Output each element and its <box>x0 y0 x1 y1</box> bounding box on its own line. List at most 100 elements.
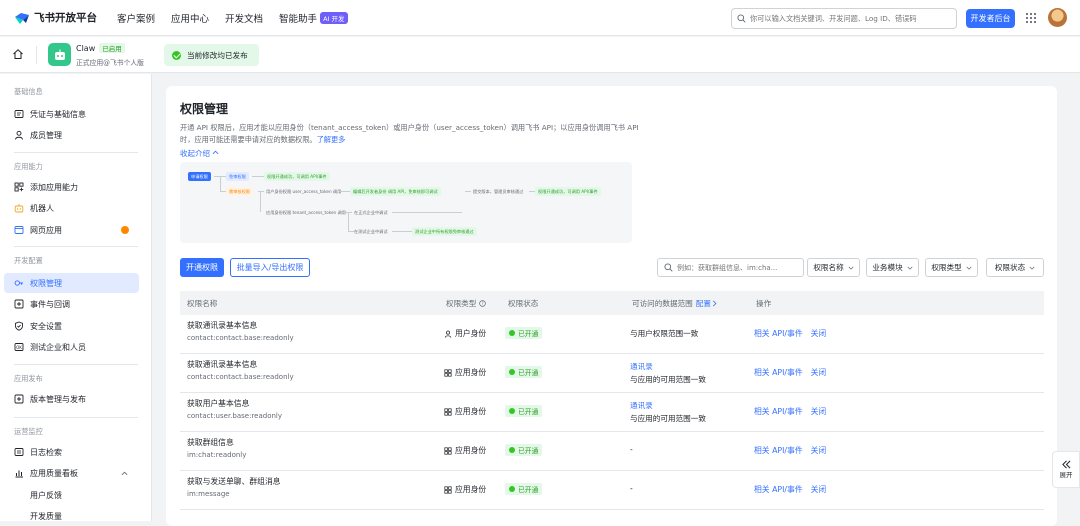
nav-ai-assistant[interactable]: 智能助手 AI 开发 <box>279 11 348 25</box>
nav-customer-cases[interactable]: 客户案例 <box>117 11 155 25</box>
status-text: 已开通 <box>518 330 539 338</box>
close-permission-link[interactable]: 关闭 <box>811 368 827 377</box>
status-dot-icon <box>509 486 515 492</box>
status-badge: 已开通 <box>505 444 543 456</box>
permission-search[interactable] <box>657 258 804 277</box>
filter-permission-status[interactable]: 权限状态 <box>986 258 1044 277</box>
expand-panel-button[interactable]: 展开 <box>1052 451 1080 488</box>
permission-type-label: 应用身份 <box>455 368 487 377</box>
sidebar-item-dev-quality[interactable]: 开发质量 <box>4 506 139 526</box>
robot-icon <box>14 204 24 213</box>
row-actions: 相关 API/事件 关闭 <box>754 406 834 417</box>
related-api-link[interactable]: 相关 API/事件 <box>754 407 803 416</box>
permission-flow-diagram: 申请权限 免审权限 权限开通成功，可调用 API/事件 需审核权限 用户身份权限… <box>180 162 632 243</box>
sidebar-item-events[interactable]: 事件与回调 <box>4 294 139 314</box>
sidebar-section-title: 应用发布 <box>14 374 43 383</box>
sidebar-item-label: 版本管理与发布 <box>30 394 86 404</box>
sidebar-item-logs[interactable]: 日志检索 <box>4 442 139 462</box>
range-contacts-link[interactable]: 通讯录 <box>630 400 653 411</box>
sidebar-item-bot[interactable]: 机器人 <box>4 198 139 218</box>
config-range-link[interactable]: 配置 <box>696 298 711 309</box>
close-permission-link[interactable]: 关闭 <box>811 446 827 455</box>
collapse-intro-toggle[interactable]: 收起介绍 <box>180 148 219 159</box>
related-api-link[interactable]: 相关 API/事件 <box>754 485 803 494</box>
related-api-link[interactable]: 相关 API/事件 <box>754 329 803 338</box>
app-icon <box>444 368 452 377</box>
apps-grid-icon[interactable] <box>1025 12 1037 24</box>
add-capability-icon <box>14 182 24 192</box>
flow-tenant-token: 应用身份权限 tenant_access_token 调用 <box>266 210 346 215</box>
col-permission-name: 权限名称 <box>187 299 218 308</box>
home-icon[interactable] <box>12 48 24 60</box>
status-text: 已开通 <box>518 408 539 416</box>
web-app-icon <box>14 226 24 234</box>
user-avatar[interactable] <box>1048 8 1067 27</box>
sidebar: 基础信息 凭证与基础信息 成员管理 应用能力 添加应用能力 机器人 网页应用 开… <box>0 74 152 521</box>
table-row: 获取通讯录基本信息 contact:contact.base:readonly … <box>180 315 1044 354</box>
sidebar-item-versions[interactable]: 版本管理与发布 <box>4 389 139 409</box>
flow-node-free: 免审权限 <box>226 172 249 181</box>
chevron-down-icon <box>907 266 913 270</box>
key-icon <box>14 280 23 286</box>
related-api-link[interactable]: 相关 API/事件 <box>754 368 803 377</box>
range-contacts-link[interactable]: 通讯录 <box>630 361 653 372</box>
test-icon: OK <box>14 343 24 351</box>
col-permission-type-label: 权限类型 <box>446 299 477 308</box>
status-badge: 已开通 <box>505 327 543 339</box>
close-permission-link[interactable]: 关闭 <box>811 329 827 338</box>
feishu-logo[interactable]: 飞书开放平台 <box>14 10 100 25</box>
filter-permission-type[interactable]: 权限类型 <box>925 258 978 277</box>
nav-app-center[interactable]: 应用中心 <box>171 11 209 25</box>
sidebar-item-web-app[interactable]: 网页应用 <box>4 220 139 240</box>
help-icon[interactable]: ? <box>479 300 487 307</box>
sidebar-item-credentials[interactable]: 凭证与基础信息 <box>4 104 139 124</box>
flow-submit-version: 提交版本，管理员审核通过 <box>473 189 524 194</box>
chart-icon <box>15 470 23 478</box>
related-api-link[interactable]: 相关 API/事件 <box>754 446 803 455</box>
sidebar-item-permissions[interactable]: 权限管理 <box>4 273 139 293</box>
dev-console-button[interactable]: 开发者后台 <box>966 9 1015 28</box>
flow-connector <box>392 212 462 213</box>
user-icon <box>15 130 23 140</box>
global-search-input[interactable] <box>750 14 955 23</box>
sidebar-item-label: 添加应用能力 <box>30 182 78 192</box>
shield-icon <box>15 321 23 331</box>
flow-connector <box>342 212 352 213</box>
data-range: 与应用的可用范围一致 <box>630 375 706 384</box>
sidebar-item-label: 凭证与基础信息 <box>30 109 86 119</box>
nav-dev-docs[interactable]: 开发文档 <box>225 11 263 25</box>
permission-name: 获取与发送单聊、群组消息 <box>187 477 281 486</box>
sidebar-item-user-feedback[interactable]: 用户反馈 <box>4 485 139 505</box>
close-permission-link[interactable]: 关闭 <box>811 485 827 494</box>
sidebar-item-security[interactable]: 安全设置 <box>4 316 139 336</box>
check-circle-icon <box>172 50 181 60</box>
svg-text:?: ? <box>482 301 484 306</box>
app-subtitle: 正式应用@飞书个人版 <box>76 59 144 67</box>
sidebar-item-quality-board[interactable]: 应用质量看板 <box>4 463 139 483</box>
permission-name: 获取通讯录基本信息 <box>187 321 258 330</box>
sidebar-item-label: 事件与回调 <box>30 299 70 309</box>
filter-business-module[interactable]: 业务模块 <box>866 258 919 277</box>
open-permission-button[interactable]: 开通权限 <box>180 258 224 277</box>
close-permission-link[interactable]: 关闭 <box>811 407 827 416</box>
permission-search-input[interactable] <box>677 263 799 272</box>
filter-label: 权限类型 <box>931 263 962 272</box>
filter-permission-name[interactable]: 权限名称 <box>807 258 860 277</box>
event-icon <box>14 299 24 309</box>
sidebar-item-add-capability[interactable]: 添加应用能力 <box>4 177 139 197</box>
flow-connector <box>340 191 350 192</box>
sidebar-item-members[interactable]: 成员管理 <box>4 125 139 145</box>
col-data-range: 可访问的数据范围 配置 <box>632 298 718 309</box>
chevron-up-icon[interactable] <box>121 470 128 477</box>
learn-more-link[interactable]: 了解更多 <box>317 135 346 144</box>
sidebar-section-title: 应用能力 <box>14 162 43 171</box>
flow-test-tenant: 在测试企业中调试 <box>354 229 388 234</box>
row-actions: 相关 API/事件 关闭 <box>754 484 834 495</box>
sidebar-item-label: 日志检索 <box>30 447 62 457</box>
svg-text:OK: OK <box>16 345 22 350</box>
global-search[interactable] <box>731 8 957 29</box>
sidebar-item-test-tenant[interactable]: OK 测试企业和人员 <box>4 337 139 357</box>
batch-import-export-button[interactable]: 批量导入/导出权限 <box>230 258 310 277</box>
publish-status: 当前修改均已发布 <box>164 44 259 66</box>
flow-user-token: 用户身份权限 user_access_token 调用 <box>266 189 342 194</box>
